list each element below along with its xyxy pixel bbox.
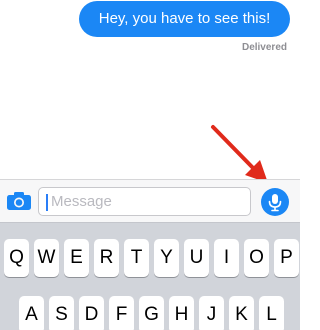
key-y[interactable]: Y [154, 239, 179, 277]
key-u[interactable]: U [184, 239, 209, 277]
key-d[interactable]: D [79, 296, 104, 330]
key-p[interactable]: P [274, 239, 299, 277]
message-status: Delivered [241, 42, 287, 53]
key-g[interactable]: G [139, 296, 164, 330]
key-a[interactable]: A [19, 296, 44, 330]
key-w[interactable]: W [34, 239, 59, 277]
text-caret [46, 194, 48, 211]
key-e[interactable]: E [64, 239, 89, 277]
key-r[interactable]: R [94, 239, 119, 277]
key-t[interactable]: T [124, 239, 149, 277]
key-h[interactable]: H [169, 296, 194, 330]
message-placeholder: Message [51, 193, 112, 210]
camera-icon[interactable] [6, 191, 32, 211]
dictation-button[interactable] [261, 188, 289, 216]
keyboard: Q W E R T Y U I O P A S D F G H J K L [0, 222, 300, 330]
key-f[interactable]: F [109, 296, 134, 330]
key-q[interactable]: Q [4, 239, 29, 277]
message-input[interactable]: Message [38, 187, 251, 216]
key-i[interactable]: I [214, 239, 239, 277]
microphone-icon [268, 194, 282, 212]
composer-bar: Message [0, 179, 300, 222]
key-l[interactable]: L [259, 296, 284, 330]
key-o[interactable]: O [244, 239, 269, 277]
sent-message-bubble[interactable]: Hey, you have to see this! [79, 1, 290, 37]
key-s[interactable]: S [49, 296, 74, 330]
key-j[interactable]: J [199, 296, 224, 330]
key-k[interactable]: K [229, 296, 254, 330]
